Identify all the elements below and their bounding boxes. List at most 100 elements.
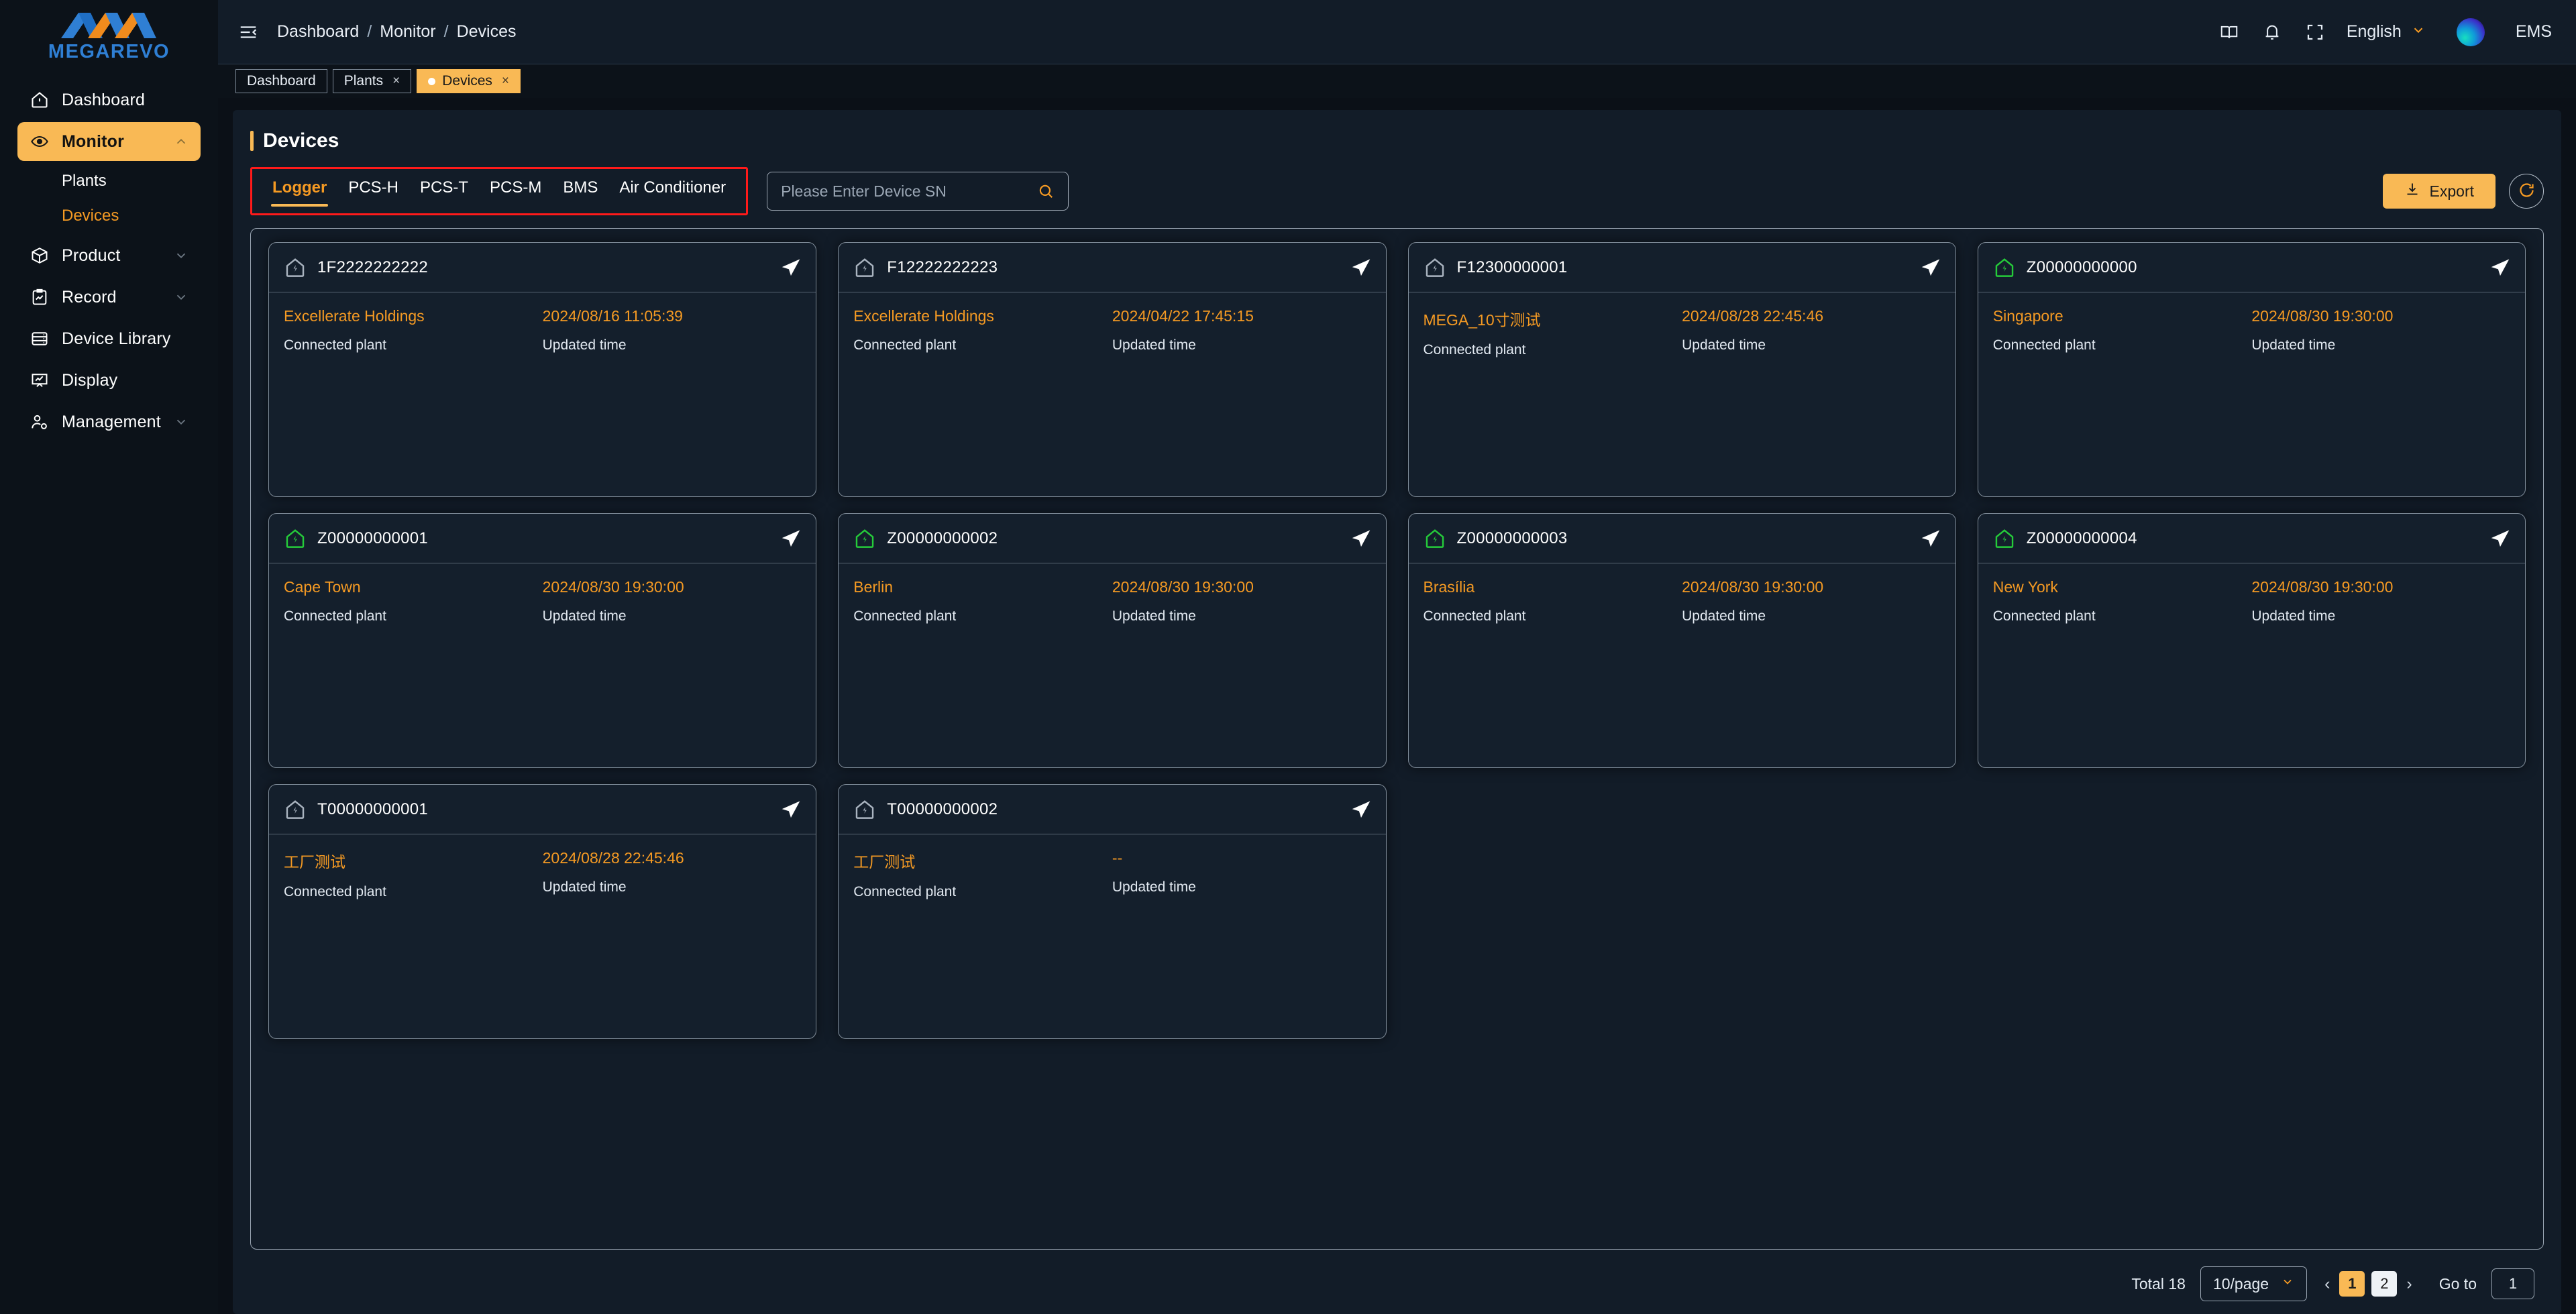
device-card[interactable]: Z00000000000 Singapore Connected plant 2024… xyxy=(1977,242,2526,497)
send-icon[interactable] xyxy=(1351,529,1371,549)
user-name[interactable]: EMS xyxy=(2516,22,2552,42)
updated-time-label: Updated time xyxy=(2251,337,2336,353)
sidebar-item-dashboard[interactable]: Dashboard xyxy=(17,80,201,119)
send-icon[interactable] xyxy=(1351,800,1371,820)
send-icon[interactable] xyxy=(2490,529,2510,549)
device-card-header: F12222222223 xyxy=(839,243,1386,292)
tab-pcs-m[interactable]: PCS-M xyxy=(479,169,552,197)
connected-plant-label: Connected plant xyxy=(853,608,957,624)
page-tab-plants[interactable]: Plants × xyxy=(332,69,412,93)
prev-page-button[interactable]: ‹ xyxy=(2322,1274,2332,1294)
updated-time-col: 2024/08/28 22:45:46 Updated time xyxy=(543,849,802,900)
page-number-1[interactable]: 1 xyxy=(2339,1271,2365,1297)
sidebar-item-device-library[interactable]: Device Library xyxy=(17,319,201,358)
search-input[interactable] xyxy=(781,182,1038,201)
connected-plant-label: Connected plant xyxy=(284,337,386,353)
collapse-sidebar-icon[interactable] xyxy=(237,21,260,44)
device-card[interactable]: T00000000002 工厂测试 Connected plant -- Updated… xyxy=(838,784,1387,1039)
device-card-header: Z00000000001 xyxy=(269,514,816,563)
page-tab-devices[interactable]: Devices × xyxy=(417,69,521,93)
tab-bms[interactable]: BMS xyxy=(552,169,608,197)
fullscreen-icon[interactable] xyxy=(2304,21,2326,44)
brand-logo[interactable]: MEGAREVO xyxy=(0,4,218,68)
page-size-select[interactable]: 10/page xyxy=(2200,1266,2308,1301)
chevron-up-icon xyxy=(174,134,189,149)
device-card[interactable]: F12300000001 MEGA_10寸测试 Connected plant 202… xyxy=(1407,242,1956,497)
connected-plant-value: Singapore xyxy=(1992,307,2063,325)
send-icon[interactable] xyxy=(1921,529,1941,549)
sidebar-item-product[interactable]: Product xyxy=(17,236,201,275)
export-button[interactable]: Export xyxy=(2382,174,2496,209)
sidebar-item-management[interactable]: Management xyxy=(17,402,201,441)
updated-time-col: 2024/08/16 11:05:39 Updated time xyxy=(543,307,802,353)
device-card[interactable]: Z00000000001 Cape Town Connected plant 2024… xyxy=(268,513,817,768)
connected-plant-value: Cape Town xyxy=(284,578,361,596)
device-status-home-icon xyxy=(284,256,307,279)
sidebar-item-record[interactable]: Record xyxy=(17,278,201,317)
send-icon[interactable] xyxy=(2490,258,2510,278)
sidebar-item-label: Product xyxy=(62,245,121,265)
device-card[interactable]: Z00000000002 Berlin Connected plant 2024/08… xyxy=(838,513,1387,768)
device-card-body: Cape Town Connected plant 2024/08/30 19:30… xyxy=(269,563,816,624)
megarevo-logo-icon xyxy=(56,10,163,40)
search-icon[interactable] xyxy=(1037,182,1055,200)
device-card[interactable]: F12222222223 Excellerate Holdings Connecte… xyxy=(838,242,1387,497)
search-box[interactable] xyxy=(767,172,1069,211)
connected-plant-value: Excellerate Holdings xyxy=(284,307,425,325)
send-icon[interactable] xyxy=(781,258,801,278)
connected-plant-col: MEGA_10寸测试 Connected plant xyxy=(1424,307,1682,358)
breadcrumb-item-monitor[interactable]: Monitor xyxy=(380,22,435,42)
bell-icon[interactable] xyxy=(2261,21,2284,44)
sidebar-item-label: Device Library xyxy=(62,329,171,348)
device-card-header: Z00000000000 xyxy=(1978,243,2525,292)
device-status-home-icon xyxy=(1424,527,1446,550)
send-icon[interactable] xyxy=(1351,258,1371,278)
sidebar-item-display[interactable]: Display xyxy=(17,361,201,400)
brand-name: MEGAREVO xyxy=(48,40,170,62)
close-icon[interactable]: × xyxy=(502,74,509,89)
device-card[interactable]: Z00000000003 Brasília Connected plant 2024/… xyxy=(1407,513,1956,768)
device-card-header: 1F2222222222 xyxy=(269,243,816,292)
breadcrumb-item-dashboard[interactable]: Dashboard xyxy=(277,22,359,42)
connected-plant-value: 工厂测试 xyxy=(284,853,345,871)
tab-label: PCS-T xyxy=(420,178,468,197)
page-tab-dashboard[interactable]: Dashboard xyxy=(235,69,327,93)
updated-time-col: -- Updated time xyxy=(1112,849,1371,900)
send-icon[interactable] xyxy=(781,529,801,549)
device-status-home-icon xyxy=(853,256,876,279)
device-sn: 1F2222222222 xyxy=(317,258,429,276)
avatar[interactable] xyxy=(2456,17,2485,46)
send-icon[interactable] xyxy=(1921,258,1941,278)
tab-pcs-t[interactable]: PCS-T xyxy=(409,169,479,197)
tab-logger[interactable]: Logger xyxy=(262,169,337,207)
device-card[interactable]: Z00000000004 New York Connected plant 2024/… xyxy=(1977,513,2526,768)
updated-time-col: 2024/04/22 17:45:15 Updated time xyxy=(1112,307,1371,353)
refresh-button[interactable] xyxy=(2509,174,2544,209)
tab-air-conditioner[interactable]: Air Conditioner xyxy=(608,169,737,197)
updated-time-value: 2024/08/30 19:30:00 xyxy=(542,578,684,596)
goto-label: Go to xyxy=(2438,1274,2477,1293)
sidebar-item-plants[interactable]: Plants xyxy=(0,164,218,199)
sidebar-item-label: Monitor xyxy=(62,131,125,151)
breadcrumb-item-devices[interactable]: Devices xyxy=(457,22,517,42)
tab-pcs-h[interactable]: PCS-H xyxy=(337,169,409,197)
page-tab-strip: Dashboard Plants × Devices × xyxy=(218,64,2576,98)
connected-plant-label: Connected plant xyxy=(1992,337,2096,353)
device-card[interactable]: 1F2222222222 Excellerate Holdings Connecte… xyxy=(268,242,817,497)
page-size-label: 10/page xyxy=(2212,1274,2269,1293)
send-icon[interactable] xyxy=(781,800,801,820)
language-selector[interactable]: English xyxy=(2347,22,2426,42)
sidebar-item-monitor[interactable]: Monitor xyxy=(17,122,201,161)
book-icon[interactable] xyxy=(2218,21,2241,44)
goto-input[interactable] xyxy=(2491,1268,2534,1299)
presentation-chart-icon xyxy=(30,370,50,390)
sidebar-item-devices[interactable]: Devices xyxy=(0,199,218,233)
connected-plant-value: Berlin xyxy=(853,578,894,596)
device-status-home-icon xyxy=(853,527,876,550)
page-number-2[interactable]: 2 xyxy=(2371,1271,2398,1297)
next-page-button[interactable]: › xyxy=(2404,1274,2414,1294)
updated-time-col: 2024/08/30 19:30:00 Updated time xyxy=(2251,307,2510,353)
close-icon[interactable]: × xyxy=(392,74,400,89)
updated-time-label: Updated time xyxy=(542,337,627,353)
device-card[interactable]: T00000000001 工厂测试 Connected plant 2024/08/2… xyxy=(268,784,817,1039)
